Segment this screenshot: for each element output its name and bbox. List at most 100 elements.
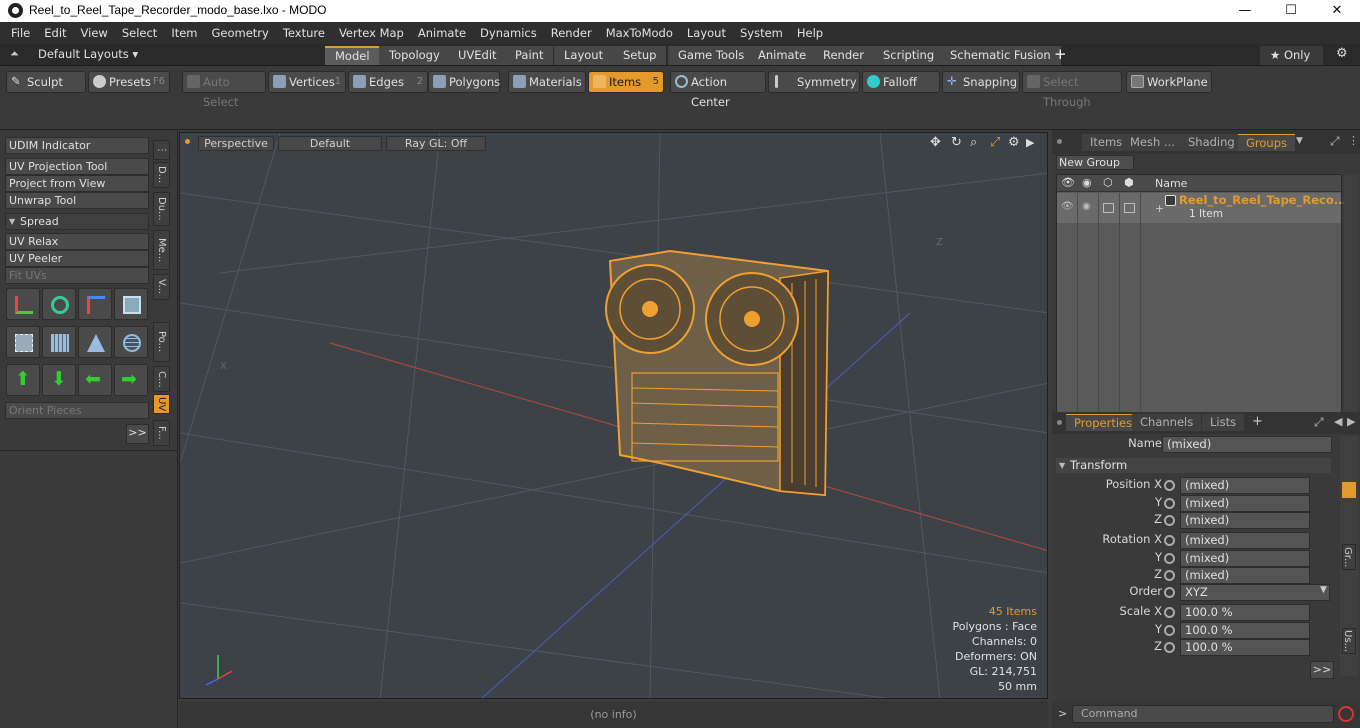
auto-select-button[interactable]: Auto Select bbox=[182, 71, 266, 109]
uv-grid-tool[interactable] bbox=[42, 326, 76, 358]
uv-box-tool[interactable] bbox=[114, 288, 148, 320]
settings-gear-icon[interactable]: ⚙ bbox=[1336, 46, 1348, 61]
render-icon[interactable]: ◉ bbox=[1082, 176, 1092, 189]
scale-y-keyframe-icon[interactable] bbox=[1164, 625, 1175, 636]
tab-game-tools[interactable]: Game Tools bbox=[668, 46, 756, 65]
3d-viewport[interactable]: Perspective Default Ray GL: Off ✥ ↻ ⌕ ⤢ … bbox=[179, 132, 1048, 699]
position-y-keyframe-icon[interactable] bbox=[1164, 498, 1175, 509]
rotation-x-keyframe-icon[interactable] bbox=[1164, 535, 1175, 546]
scale-z-field[interactable]: 100.0 % bbox=[1180, 639, 1310, 656]
tab-lists[interactable]: Lists bbox=[1202, 414, 1245, 431]
side-tab-d[interactable]: D... bbox=[153, 162, 170, 188]
items-button[interactable]: Items 5 bbox=[588, 71, 664, 93]
properties-more-button[interactable]: >> bbox=[1310, 661, 1334, 679]
row-visibility-eye-icon[interactable]: 👁 bbox=[1061, 201, 1074, 212]
uv-relax-button[interactable]: UV Relax bbox=[5, 233, 149, 250]
align-up-button[interactable]: ⬆ bbox=[6, 364, 40, 396]
workplane-button[interactable]: WorkPlane bbox=[1126, 71, 1212, 93]
tab-shading[interactable]: Shading bbox=[1180, 134, 1243, 151]
position-z-keyframe-icon[interactable] bbox=[1164, 515, 1175, 526]
snapping-button[interactable]: ✛ Snapping bbox=[942, 71, 1020, 93]
uv-projection-tool-button[interactable]: UV Projection Tool bbox=[5, 158, 149, 175]
minimize-button[interactable]: — bbox=[1222, 0, 1268, 22]
menu-render[interactable]: Render bbox=[544, 22, 599, 44]
perspective-dropdown[interactable]: Perspective bbox=[198, 136, 274, 151]
order-dropdown[interactable]: XYZ bbox=[1180, 584, 1330, 601]
viewport-settings-gear-icon[interactable]: ⚙ bbox=[1008, 135, 1020, 150]
uv-unwrap-cube-tool[interactable] bbox=[6, 326, 40, 358]
select-through-button[interactable]: Select Through bbox=[1022, 71, 1122, 109]
record-macro-icon[interactable] bbox=[1338, 706, 1354, 722]
menu-item[interactable]: Item bbox=[164, 22, 204, 44]
fit-uvs-button[interactable]: Fit UVs bbox=[5, 267, 149, 284]
align-left-button[interactable]: ⬅ bbox=[78, 364, 112, 396]
uv-peeler-button[interactable]: UV Peeler bbox=[5, 250, 149, 267]
order-chevron-down-icon[interactable]: ▼ bbox=[1320, 585, 1327, 595]
unwrap-tool-button[interactable]: Unwrap Tool bbox=[5, 192, 149, 209]
edges-button[interactable]: Edges 2 bbox=[348, 71, 428, 93]
add-properties-tab-button[interactable]: + bbox=[1252, 414, 1263, 429]
fit-view-icon[interactable]: ⤢ bbox=[990, 135, 1000, 150]
properties-nav-left-icon[interactable]: ◀ bbox=[1334, 415, 1342, 428]
visibility-eye-icon[interactable]: 👁 bbox=[1061, 176, 1075, 189]
name-property-field[interactable]: (mixed) bbox=[1162, 436, 1332, 453]
viewport-menu-dot-icon[interactable] bbox=[185, 139, 190, 144]
project-from-view-button[interactable]: Project from View bbox=[5, 175, 149, 192]
position-z-field[interactable]: (mixed) bbox=[1180, 512, 1310, 529]
uv-scale-tool[interactable] bbox=[78, 288, 112, 320]
vertices-button[interactable]: Vertices 1 bbox=[268, 71, 346, 93]
tab-topology[interactable]: Topology bbox=[379, 46, 451, 65]
uv-pyramid-tool[interactable] bbox=[78, 326, 112, 358]
groups-scrollbar[interactable] bbox=[1344, 174, 1358, 434]
rotation-x-field[interactable]: (mixed) bbox=[1180, 532, 1310, 549]
command-input[interactable]: Command bbox=[1072, 705, 1334, 723]
menu-edit[interactable]: Edit bbox=[37, 22, 73, 44]
menu-file[interactable]: File bbox=[4, 22, 37, 44]
symmetry-button[interactable]: Symmetry bbox=[768, 71, 860, 93]
properties-nav-right-icon[interactable]: ▶ bbox=[1347, 415, 1355, 428]
falloff-button[interactable]: Falloff bbox=[862, 71, 940, 93]
position-x-keyframe-icon[interactable] bbox=[1164, 480, 1175, 491]
side-tab-v[interactable]: V... bbox=[153, 274, 170, 300]
uv-sphere-tool[interactable] bbox=[114, 326, 148, 358]
polygons-button[interactable]: Polygons bbox=[428, 71, 500, 93]
close-button[interactable]: ✕ bbox=[1314, 0, 1360, 22]
tab-uvedit[interactable]: UVEdit bbox=[448, 46, 508, 65]
menu-system[interactable]: System bbox=[733, 22, 790, 44]
only-toggle[interactable]: ★ Only bbox=[1260, 46, 1324, 65]
side-tab-po[interactable]: Po... bbox=[153, 322, 170, 362]
orient-pieces-button[interactable]: Orient Pieces bbox=[5, 402, 149, 419]
tab-paint[interactable]: Paint bbox=[505, 46, 555, 65]
viewport-scene[interactable] bbox=[180, 133, 1048, 699]
new-group-button[interactable]: New Group bbox=[1056, 155, 1134, 170]
orbit-view-icon[interactable]: ↻ bbox=[951, 135, 962, 150]
menu-select[interactable]: Select bbox=[115, 22, 164, 44]
side-tab-uv[interactable]: UV bbox=[153, 394, 170, 414]
tab-groups[interactable]: Groups bbox=[1238, 134, 1296, 151]
tab-animate[interactable]: Animate bbox=[748, 46, 818, 65]
tabs-overflow-chevron-icon[interactable]: ▼ bbox=[1296, 136, 1303, 146]
properties-menu-dot-icon[interactable] bbox=[1057, 420, 1062, 425]
groups-list[interactable]: 👁 ◉ ⬡ ⬢ Name 👁 ◉ + Reel_to_Reel_Tape_Rec… bbox=[1056, 174, 1347, 434]
reel-to-reel-model[interactable] bbox=[605, 249, 830, 497]
scale-x-field[interactable]: 100.0 % bbox=[1180, 604, 1310, 621]
panel-options-icon[interactable]: ⋮ bbox=[1348, 134, 1359, 147]
panel-expand-icon[interactable]: ⤢ bbox=[1330, 134, 1340, 149]
menu-view[interactable]: View bbox=[74, 22, 115, 44]
menu-maxtomodo[interactable]: MaxToModo bbox=[599, 22, 680, 44]
sculpt-button[interactable]: ✎ Sculpt bbox=[6, 71, 86, 93]
side-tab-gr[interactable]: Gr... bbox=[1342, 544, 1356, 570]
viewport-expand-arrow-icon[interactable]: ▶ bbox=[1026, 136, 1034, 149]
presets-button[interactable]: Presets F6 bbox=[88, 71, 170, 93]
add-tab-button[interactable]: + bbox=[1054, 45, 1067, 63]
group-row-reel-to-reel[interactable]: 👁 ◉ + Reel_to_Reel_Tape_Reco... 1 Item bbox=[1057, 193, 1347, 223]
zoom-view-icon[interactable]: ⌕ bbox=[970, 135, 977, 150]
pan-view-icon[interactable]: ✥ bbox=[930, 135, 941, 150]
group-name[interactable]: Reel_to_Reel_Tape_Reco... bbox=[1179, 193, 1347, 207]
tab-properties[interactable]: Properties bbox=[1066, 414, 1141, 431]
uv-move-tool[interactable] bbox=[6, 288, 40, 320]
default-layouts-dropdown[interactable]: Default Layouts ▾ bbox=[38, 47, 138, 61]
properties-expand-icon[interactable]: ⤢ bbox=[1314, 415, 1324, 430]
panel-menu-dot-icon[interactable] bbox=[1057, 139, 1062, 144]
align-down-button[interactable]: ⬇ bbox=[42, 364, 76, 396]
